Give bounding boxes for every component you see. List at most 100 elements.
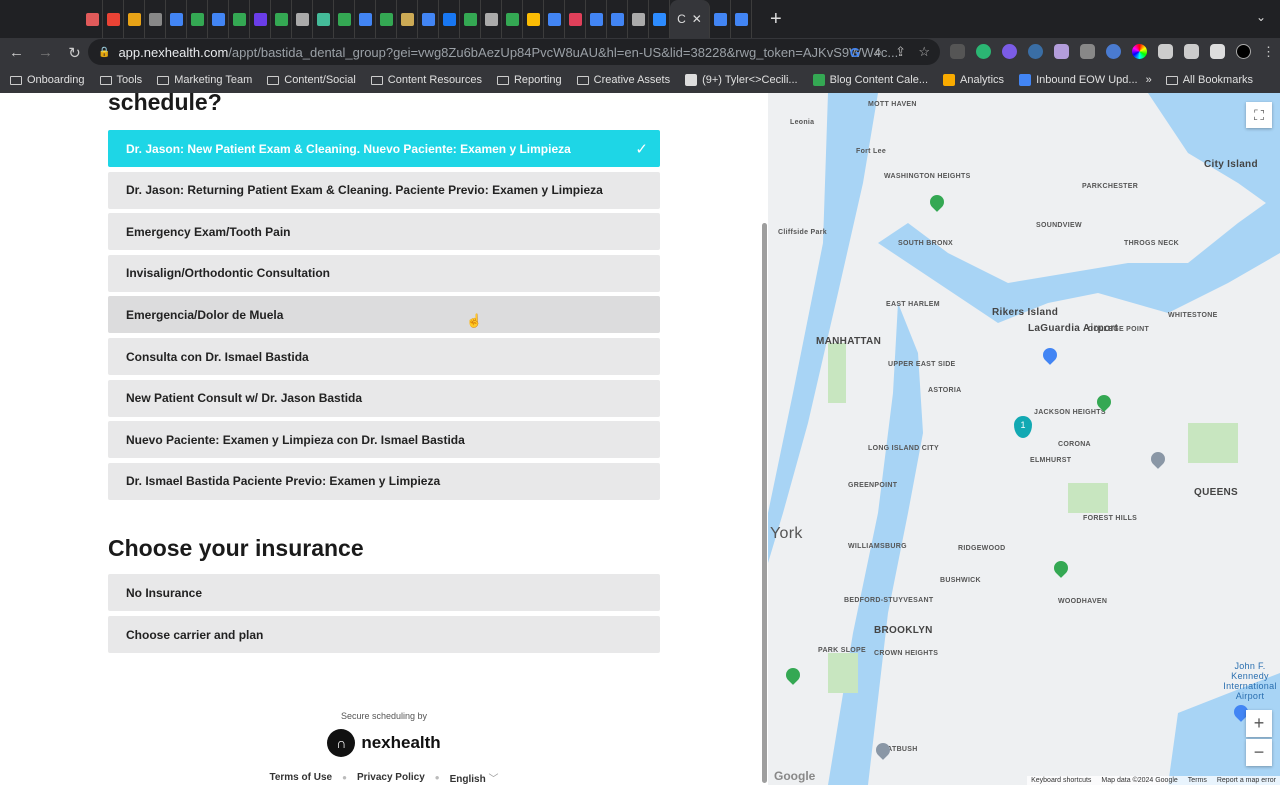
tab[interactable] <box>82 0 103 38</box>
tab[interactable] <box>628 0 649 38</box>
appointment-option[interactable]: Dr. Ismael Bastida Paciente Previo: Exam… <box>108 462 660 500</box>
new-tab-button[interactable]: + <box>770 8 782 31</box>
tab[interactable] <box>271 0 292 38</box>
tab[interactable] <box>523 0 544 38</box>
bookmark-item[interactable]: Analytics <box>943 74 1004 86</box>
tab[interactable] <box>710 0 731 38</box>
camera-icon[interactable] <box>1080 44 1095 59</box>
tab[interactable] <box>439 0 460 38</box>
color-picker-icon[interactable] <box>1132 44 1147 59</box>
grammarly-icon[interactable] <box>976 44 991 59</box>
reload-icon[interactable]: ↻ <box>62 44 87 62</box>
tab[interactable] <box>103 0 124 38</box>
side-panel-icon[interactable] <box>1210 44 1225 59</box>
tab[interactable] <box>313 0 334 38</box>
tab[interactable] <box>397 0 418 38</box>
extension-icon[interactable] <box>1028 44 1043 59</box>
bookmark-item[interactable]: Marketing Team <box>157 74 252 86</box>
tab[interactable] <box>376 0 397 38</box>
language-select[interactable]: English ﹀ <box>450 770 499 785</box>
tab[interactable] <box>565 0 586 38</box>
map[interactable]: Leonia Fort Lee City Island Cliffside Park M… <box>768 93 1280 785</box>
bookmark-item[interactable]: Creative Assets <box>576 74 670 86</box>
appointment-option[interactable]: Nuevo Paciente: Examen y Limpieza con Dr… <box>108 421 660 459</box>
map-label: CORONA <box>1058 441 1091 448</box>
bookmark-item[interactable]: Blog Content Cale... <box>812 74 928 86</box>
fullscreen-button[interactable]: ⛶ <box>1246 102 1272 128</box>
tab[interactable] <box>292 0 313 38</box>
back-icon[interactable]: ← <box>4 44 29 61</box>
bookmark-item[interactable]: Content Resources <box>370 74 482 86</box>
keyboard-shortcuts-link[interactable]: Keyboard shortcuts <box>1031 777 1091 784</box>
tab[interactable] <box>649 0 670 38</box>
appointment-option[interactable]: New Patient Consult w/ Dr. Jason Bastida <box>108 379 660 417</box>
tab[interactable] <box>418 0 439 38</box>
tab[interactable] <box>731 0 752 38</box>
appointment-option[interactable]: Consulta con Dr. Ismael Bastida <box>108 338 660 375</box>
tab[interactable] <box>145 0 166 38</box>
zoom-icon[interactable]: ⌕ <box>875 44 882 60</box>
privacy-link[interactable]: Privacy Policy <box>357 772 425 783</box>
tab-active[interactable]: C ✕ <box>670 0 710 38</box>
bookmark-item[interactable]: (9+) Tyler<>Cecili... <box>685 74 798 86</box>
extension-icon[interactable] <box>1002 44 1017 59</box>
extension-icon[interactable] <box>1106 44 1121 59</box>
nexhealth-logo[interactable]: ∩ nexhealth <box>0 729 768 757</box>
bookmark-item[interactable]: Content/Social <box>267 74 356 86</box>
favicon-icon <box>316 12 330 26</box>
extension-icon[interactable] <box>1054 44 1069 59</box>
address-bar[interactable]: 🔒 app.nexhealth.com/appt/bastida_dental_… <box>88 39 940 65</box>
tab[interactable] <box>481 0 502 38</box>
forward-icon[interactable]: → <box>33 44 58 61</box>
appointment-option[interactable]: Emergencia/Dolor de Muela <box>108 296 660 334</box>
tab[interactable] <box>208 0 229 38</box>
appointment-option[interactable]: Invisalign/Orthodontic Consultation <box>108 254 660 292</box>
scrollbar[interactable] <box>762 223 767 783</box>
tab[interactable] <box>355 0 376 38</box>
tab-search-icon[interactable]: ⌄ <box>1256 10 1266 24</box>
bookmark-item[interactable]: Onboarding <box>10 74 85 86</box>
tab[interactable] <box>334 0 355 38</box>
bookmark-label: Reporting <box>513 74 562 86</box>
appointment-option[interactable]: Dr. Jason: New Patient Exam & Cleaning. … <box>108 130 660 167</box>
terms-link[interactable]: Terms of Use <box>269 772 332 783</box>
bookmark-item[interactable]: Reporting <box>496 74 562 86</box>
close-tab-icon[interactable]: ✕ <box>692 12 702 26</box>
profile-avatar[interactable] <box>1236 44 1251 59</box>
puzzle-icon[interactable] <box>1158 44 1173 59</box>
bookmark-item[interactable]: Tools <box>99 74 142 86</box>
all-bookmarks[interactable]: All Bookmarks <box>1165 74 1253 86</box>
zoom-in-button[interactable]: + <box>1246 710 1272 737</box>
lock-icon: 🔒 <box>98 46 111 58</box>
map-label: SOUTH BRONX <box>898 240 954 247</box>
menu-kebab-icon[interactable]: ⋮ <box>1262 44 1275 60</box>
tab[interactable] <box>607 0 628 38</box>
favicon-icon <box>421 12 435 26</box>
extension-icon[interactable] <box>950 44 965 59</box>
share-icon[interactable]: ⇪ <box>895 44 906 60</box>
google-lens-icon[interactable]: G <box>850 45 860 60</box>
terms-link[interactable]: Terms <box>1188 777 1207 784</box>
map-label: UPPER EAST SIDE <box>888 361 956 368</box>
appointment-option[interactable]: Emergency Exam/Tooth Pain <box>108 213 660 251</box>
map-label: BUSHWICK <box>940 577 981 584</box>
bookmarks-overflow-icon[interactable]: » <box>1146 74 1152 86</box>
zoom-out-button[interactable]: − <box>1246 739 1272 766</box>
tab[interactable] <box>586 0 607 38</box>
separator: ● <box>342 773 347 782</box>
tab[interactable] <box>502 0 523 38</box>
insurance-option-none[interactable]: No Insurance <box>108 574 660 611</box>
tab[interactable] <box>460 0 481 38</box>
tab[interactable] <box>229 0 250 38</box>
bookmark-item[interactable]: Inbound EOW Upd... <box>1019 74 1138 86</box>
reading-list-icon[interactable] <box>1184 44 1199 59</box>
insurance-option-carrier[interactable]: Choose carrier and plan <box>108 616 660 653</box>
tab[interactable] <box>124 0 145 38</box>
appointment-option[interactable]: Dr. Jason: Returning Patient Exam & Clea… <box>108 171 660 209</box>
tab[interactable] <box>187 0 208 38</box>
tab[interactable] <box>544 0 565 38</box>
tab[interactable] <box>166 0 187 38</box>
report-error-link[interactable]: Report a map error <box>1217 777 1276 784</box>
tab[interactable] <box>250 0 271 38</box>
bookmark-star-icon[interactable]: ☆ <box>918 44 930 60</box>
